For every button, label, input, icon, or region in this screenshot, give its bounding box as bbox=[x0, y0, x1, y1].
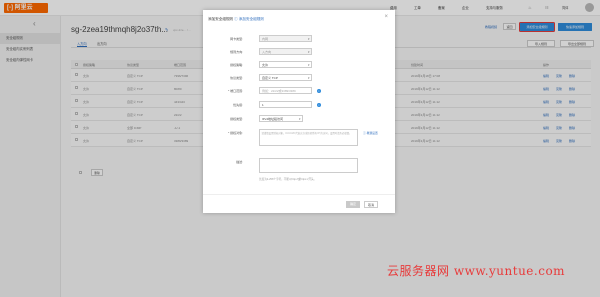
auth-type-label: 授权类型: bbox=[230, 117, 243, 121]
cancel-button[interactable]: 取消 bbox=[364, 201, 378, 208]
auth-type-value: IPv4地址段访问 bbox=[262, 117, 284, 121]
chevron-down-icon: ▾ bbox=[298, 117, 301, 121]
auth-type-select[interactable]: IPv4地址段访问 ▾ bbox=[259, 115, 303, 122]
chevron-down-icon: ▾ bbox=[307, 50, 310, 54]
policy-value: 允许 bbox=[262, 63, 269, 67]
policy-label: 授权策略: bbox=[230, 63, 243, 67]
priority-label: 优先级: bbox=[233, 103, 243, 107]
dialog-footer: 确定 取消 bbox=[203, 194, 395, 213]
auth-object-help-text: 教我设置 bbox=[366, 131, 378, 135]
policy-select[interactable]: 允许 ▾ bbox=[259, 61, 312, 68]
dialog-title-link[interactable]: ⓘ 添加安全组规则 bbox=[234, 17, 264, 21]
protocol-label: 协议类型: bbox=[230, 76, 243, 80]
dialog-title-link-text: 添加安全组规则 bbox=[238, 17, 264, 21]
nic-type-label: 网卡类型: bbox=[230, 37, 243, 41]
auth-object-label: * 授权对象: bbox=[228, 131, 243, 135]
priority-input[interactable]: 1 bbox=[259, 101, 312, 108]
auth-object-textarea[interactable]: 请谨慎设置授权对象，0.0.0.0/0 代表允许或拒绝所有 IP 的访问，设置时… bbox=[259, 129, 358, 146]
description-label: 描述: bbox=[236, 160, 243, 164]
dialog-title-text: 添加安全组规则 bbox=[208, 17, 234, 21]
dialog-title: 添加安全组规则 ⓘ 添加安全组规则 bbox=[208, 17, 264, 22]
direction-label: 规则方向: bbox=[230, 50, 243, 54]
nic-type-select[interactable]: 内网 ▾ bbox=[259, 35, 312, 42]
chevron-down-icon: ▾ bbox=[307, 63, 310, 67]
chevron-down-icon: ▾ bbox=[307, 76, 310, 80]
add-rule-dialog: 添加安全组规则 ⓘ 添加安全组规则 × 网卡类型: 内网 ▾ 规则方向: 入方向 ▾… bbox=[203, 10, 395, 213]
protocol-select[interactable]: 自定义 TCP ▾ bbox=[259, 74, 312, 81]
ok-button[interactable]: 确定 bbox=[346, 201, 360, 208]
close-icon[interactable]: × bbox=[384, 14, 388, 20]
chevron-down-icon: ▾ bbox=[307, 37, 310, 41]
port-range-input[interactable]: 例如：22/22或3389/3389 bbox=[259, 87, 312, 94]
direction-select[interactable]: 入方向 ▾ bbox=[259, 48, 312, 55]
direction-value: 入方向 bbox=[262, 50, 272, 54]
description-hint: 长度为2-256个字符，不能以http://或https://开头。 bbox=[259, 178, 317, 181]
port-info-icon[interactable]: i bbox=[317, 88, 321, 93]
port-range-label: * 端口范围: bbox=[228, 89, 243, 93]
priority-info-icon[interactable]: i bbox=[317, 102, 321, 107]
watermark: 云服务器网 www.yuntue.com bbox=[387, 264, 566, 278]
description-textarea[interactable] bbox=[259, 158, 358, 173]
nic-type-value: 内网 bbox=[262, 37, 269, 41]
protocol-value: 自定义 TCP bbox=[262, 76, 278, 80]
auth-object-help-link[interactable]: ⓘ 教我设置 bbox=[363, 131, 378, 135]
